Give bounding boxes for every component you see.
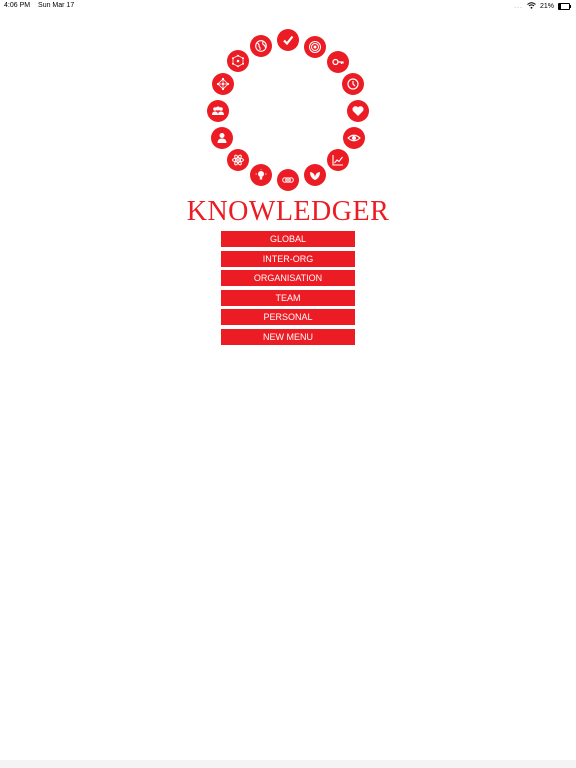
leaf-icon[interactable] xyxy=(304,164,326,186)
check-icon[interactable] xyxy=(277,29,299,51)
battery-percent: 21% xyxy=(539,3,554,10)
chart-icon[interactable] xyxy=(327,149,349,171)
bottom-bar xyxy=(0,760,576,768)
group-icon[interactable] xyxy=(207,100,229,122)
menu-inter-org-button[interactable]: INTER-ORG xyxy=(221,250,355,267)
network-icon[interactable] xyxy=(212,73,234,95)
target-icon[interactable] xyxy=(304,36,326,58)
menu-organisation-button[interactable]: ORGANISATION xyxy=(221,270,355,287)
rings-icon[interactable] xyxy=(277,169,299,191)
menu-team-button[interactable]: TEAM xyxy=(221,289,355,306)
status-right: ... 21% xyxy=(514,2,571,11)
wifi-icon xyxy=(527,2,536,11)
menu-global-button[interactable]: GLOBAL xyxy=(221,231,355,247)
battery-fill xyxy=(559,4,562,9)
main-menu: GLOBAL INTER-ORG ORGANISATION TEAM PERSO… xyxy=(221,231,355,349)
battery-icon xyxy=(558,3,571,10)
clock-icon[interactable] xyxy=(342,73,364,95)
status-time: 4:06 PM xyxy=(4,2,31,9)
atom-icon[interactable] xyxy=(227,149,249,171)
status-date: Sun Mar 17 xyxy=(38,2,75,9)
menu-personal-button[interactable]: PERSONAL xyxy=(221,309,355,326)
app-title: KNOWLEDGER xyxy=(186,196,390,227)
eye-icon[interactable] xyxy=(343,127,365,149)
globe-icon[interactable] xyxy=(250,35,272,57)
person-icon[interactable] xyxy=(211,127,233,149)
icon-ring xyxy=(188,24,388,194)
menu-new-menu-button[interactable]: NEW MENU xyxy=(221,328,355,345)
status-left: 4:06 PM Sun Mar 17 xyxy=(4,2,80,9)
heart-icon[interactable] xyxy=(347,100,369,122)
hexagon-icon[interactable] xyxy=(227,50,249,72)
bulb-icon[interactable] xyxy=(250,164,272,186)
multitasking-indicator: ... xyxy=(514,3,523,10)
key-icon[interactable] xyxy=(327,51,349,73)
status-bar: 4:06 PM Sun Mar 17 ... 21% xyxy=(0,0,576,12)
